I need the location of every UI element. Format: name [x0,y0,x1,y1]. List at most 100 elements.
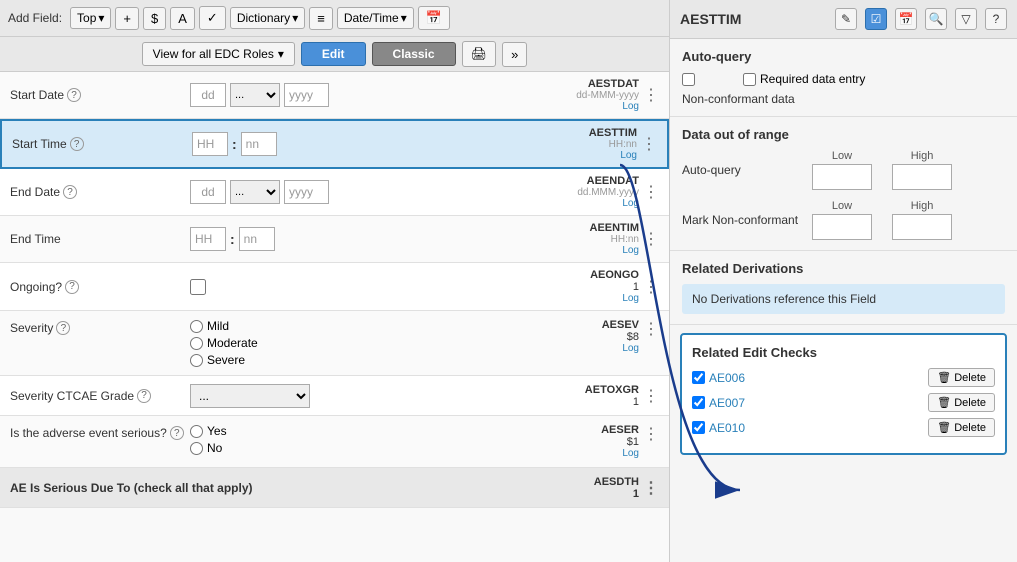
adverse-yes-option[interactable]: Yes [190,424,227,438]
calendar-icon-right[interactable]: 📅 [895,8,917,30]
end-time-menu-icon[interactable]: ⋮ [643,229,659,249]
plus-button[interactable]: + [115,7,139,30]
adverse-serious-row: Is the adverse event serious? ? Yes No A… [0,416,669,468]
edit-check-ae010-link[interactable]: AE010 [692,421,928,435]
start-time-nn-input[interactable] [241,132,277,156]
low2-input[interactable] [812,214,872,240]
start-time-menu-icon[interactable]: ⋮ [641,134,657,154]
ae007-checkbox[interactable] [692,396,705,409]
severity-moderate-radio[interactable] [190,337,203,350]
adverse-no-radio[interactable] [190,442,203,455]
top-label: Top [77,11,96,25]
ae006-delete-button[interactable]: 🗑 Delete [928,368,995,387]
auto-query-row: Required data entry [682,72,1005,86]
roles-dropdown[interactable]: View for all EDC Roles ▾ [142,42,295,66]
severity-mild-option[interactable]: Mild [190,319,258,333]
severity-ctcae-menu-icon[interactable]: ⋮ [643,386,659,406]
ae010-delete-button[interactable]: 🗑 Delete [928,418,995,437]
end-time-nn-input[interactable] [239,227,275,251]
auto-query-section: Auto-query Required data entry Non-confo… [670,39,1017,117]
end-date-log[interactable]: Log [549,198,639,209]
adverse-no-option[interactable]: No [190,441,227,455]
start-date-menu-icon[interactable]: ⋮ [643,85,659,105]
severity-menu-icon[interactable]: ⋮ [643,319,659,339]
classic-button[interactable]: Classic [372,42,456,66]
end-date-help-icon[interactable]: ? [63,185,77,199]
edit-icon[interactable]: ✎ [835,8,857,30]
datetime-dropdown[interactable]: Date/Time ▾ [337,7,414,29]
high-input[interactable] [892,164,952,190]
end-time-HH-input[interactable] [190,227,226,251]
top-dropdown[interactable]: Top ▾ [70,7,111,29]
adverse-serious-label: Is the adverse event serious? ? [10,424,190,440]
check-button[interactable]: ✓ [199,6,226,30]
a-button[interactable]: A [170,7,195,30]
question-icon[interactable]: ? [985,8,1007,30]
list-button[interactable]: ≡ [309,7,333,30]
end-time-log[interactable]: Log [549,245,639,256]
start-date-help-icon[interactable]: ? [67,88,81,102]
low-input[interactable] [812,164,872,190]
end-time-format: HH:nn [549,234,639,245]
severity-moderate-option[interactable]: Moderate [190,336,258,350]
no-derivations-message: No Derivations reference this Field [682,284,1005,314]
end-date-label: End Date ? [10,185,190,199]
severity-ctcae-help-icon[interactable]: ? [137,389,151,403]
severity-severe-option[interactable]: Severe [190,353,258,367]
required-check: Required data entry [743,72,865,86]
search-icon[interactable]: 🔍 [925,8,947,30]
start-time-help-icon[interactable]: ? [70,137,84,151]
auto-query-checkbox[interactable] [682,73,695,86]
next-button[interactable]: » [502,42,527,67]
dollar-button[interactable]: $ [143,7,166,30]
edit-button[interactable]: Edit [301,42,366,66]
severity-ctcae-row: Severity CTCAE Grade ? ... AETOXGR 1 ⋮ [0,376,669,416]
ongoing-menu-icon[interactable]: ⋮ [643,277,659,297]
severity-mild-radio[interactable] [190,320,203,333]
severity-help-icon[interactable]: ? [56,321,70,335]
add-field-label: Add Field: [8,11,62,25]
adverse-serious-help-icon[interactable]: ? [170,426,184,440]
required-checkbox[interactable] [743,73,756,86]
toolbar-row2: View for all EDC Roles ▾ Edit Classic 🖨 … [0,37,669,72]
ongoing-log[interactable]: Log [549,293,639,304]
start-date-yyyy-input[interactable] [284,83,329,107]
start-date-meta: AESTDAT dd-MMM-yyyy Log [549,78,639,112]
severity-radio-group: Mild Moderate Severe [190,319,258,367]
severity-severe-radio[interactable] [190,354,203,367]
severity-ctcae-select[interactable]: ... [190,384,310,408]
filter-icon[interactable]: ▽ [955,8,977,30]
print-button[interactable]: 🖨 [462,41,497,67]
ae010-checkbox[interactable] [692,421,705,434]
section-header-meta: AESDTH 1 [549,476,639,500]
high-range-item: High [892,150,952,190]
adverse-yes-radio[interactable] [190,425,203,438]
severity-log[interactable]: Log [549,343,639,354]
start-date-mm-select[interactable]: ... JanFebMar [230,83,280,107]
auto-query-range-label: Auto-query [682,163,802,177]
section-header-menu-icon[interactable]: ⋮ [643,478,659,498]
severity-ctcae-input-group: ... [190,384,549,408]
checkbox-icon[interactable]: ☑ [865,8,887,30]
ae006-checkbox[interactable] [692,371,705,384]
end-date-yyyy-input[interactable] [284,180,329,204]
calendar-button[interactable]: 📅 [418,6,450,30]
severity-row: Severity ? Mild Moderate Severe A [0,311,669,376]
ae007-delete-button[interactable]: 🗑 Delete [928,393,995,412]
ongoing-checkbox[interactable] [190,279,206,295]
ongoing-help-icon[interactable]: ? [65,280,79,294]
adverse-serious-menu-icon[interactable]: ⋮ [643,424,659,444]
edit-check-ae007-link[interactable]: AE007 [692,396,928,410]
high2-input[interactable] [892,214,952,240]
start-time-log[interactable]: Log [547,150,637,161]
start-time-meta: AESTTIM HH:nn Log [547,127,637,161]
edit-check-ae006-link[interactable]: AE006 [692,371,928,385]
start-date-log[interactable]: Log [549,101,639,112]
end-date-dd-input[interactable] [190,180,226,204]
dictionary-dropdown[interactable]: Dictionary ▾ [230,7,305,29]
start-time-HH-input[interactable] [192,132,228,156]
start-date-dd-input[interactable] [190,83,226,107]
end-date-menu-icon[interactable]: ⋮ [643,182,659,202]
end-date-mm-select[interactable]: ... [230,180,280,204]
adverse-serious-log[interactable]: Log [549,448,639,459]
